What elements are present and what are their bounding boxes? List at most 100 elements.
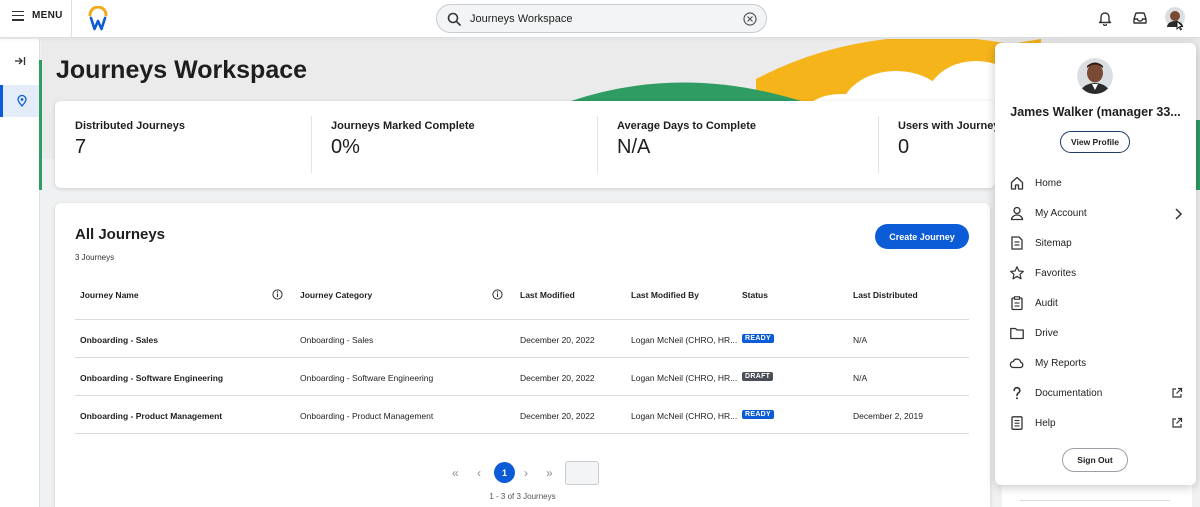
last-page-icon[interactable]: » — [546, 466, 553, 480]
menu-item-my-reports[interactable]: My Reports — [1009, 354, 1183, 374]
journey-category: Onboarding - Product Management — [300, 411, 434, 421]
column-header-last-modified[interactable]: Last Modified — [520, 290, 575, 300]
last-modified: December 20, 2022 — [520, 411, 595, 421]
section-title: All Journeys — [75, 226, 166, 243]
help-doc-icon — [1011, 416, 1023, 430]
metric-label: Average Days to Complete — [617, 120, 756, 132]
pagination-summary: 1 - 3 of 3 Journeys — [489, 492, 556, 501]
last-distributed: December 2, 2019 — [853, 411, 923, 421]
left-accent-strip — [39, 60, 42, 190]
last-distributed: N/A — [853, 335, 868, 345]
question-icon — [1013, 386, 1021, 400]
journey-category: Onboarding - Software Engineering — [300, 373, 434, 383]
journeys-count: 3 Journeys — [75, 253, 115, 262]
person-icon — [1010, 206, 1024, 221]
profile-name: James Walker (manager 33... — [1010, 105, 1181, 119]
journey-name-link[interactable]: Onboarding - Software Engineering — [80, 373, 223, 383]
menu-item-documentation[interactable]: Documentation — [1009, 384, 1183, 404]
star-icon — [1010, 266, 1024, 280]
metric-separator — [597, 101, 598, 188]
menu-item-label: Drive — [1035, 328, 1059, 339]
status-badge: READY — [742, 410, 775, 419]
metric-users-with-journeys[interactable]: Users with Journeys in 0 — [898, 101, 995, 188]
expand-arrow-icon — [15, 57, 26, 65]
inbox-icon[interactable] — [1132, 10, 1148, 26]
metric-label: Distributed Journeys — [75, 120, 186, 132]
previous-page-icon[interactable]: ‹ — [477, 466, 481, 480]
menu-item-label: Documentation — [1035, 388, 1103, 399]
page-number-input[interactable] — [565, 461, 599, 485]
search-input[interactable]: Journeys Workspace — [470, 13, 573, 25]
menu-item-help[interactable]: Help — [1009, 414, 1183, 434]
search-icon — [447, 12, 461, 26]
page-title: Journeys Workspace — [56, 56, 308, 84]
menu-item-favorites[interactable]: Favorites — [1009, 264, 1183, 284]
menu-item-my-account[interactable]: My Account — [1009, 204, 1183, 224]
next-page-icon[interactable]: › — [524, 466, 528, 480]
menu-item-sitemap[interactable]: Sitemap — [1009, 234, 1183, 254]
metric-label: Users with Journeys in — [898, 120, 995, 132]
journey-name-link[interactable]: Onboarding - Product Management — [80, 411, 222, 421]
last-modified-by: Logan McNeil (CHRO, HR... — [631, 335, 738, 345]
metric-value: 7 — [75, 136, 87, 158]
profile-avatar — [1077, 58, 1113, 94]
metric-value: 0 — [898, 136, 910, 158]
table-row[interactable]: Onboarding - Software Engineering Onboar… — [75, 358, 969, 396]
top-bar: MENU Journeys Workspace — [0, 0, 1200, 38]
table-row[interactable]: Onboarding - Sales Onboarding - Sales De… — [75, 320, 969, 358]
metrics-card: Distributed Journeys 7 Journeys Marked C… — [55, 101, 995, 188]
search-bar[interactable]: Journeys Workspace — [436, 4, 767, 33]
create-journey-button[interactable]: Create Journey — [875, 224, 969, 249]
info-icon[interactable] — [492, 289, 503, 300]
last-modified-by: Logan McNeil (CHRO, HR... — [631, 411, 738, 421]
pagination: « ‹ 1 › » — [55, 461, 990, 485]
chevron-right-icon — [1175, 208, 1183, 220]
menu-item-label: Audit — [1035, 298, 1058, 309]
rail-location-button[interactable] — [0, 85, 40, 117]
external-link-icon — [1172, 417, 1183, 428]
menu-item-label: Sitemap — [1035, 238, 1072, 249]
external-link-icon — [1172, 387, 1183, 398]
info-icon[interactable] — [272, 289, 283, 300]
last-modified-by: Logan McNeil (CHRO, HR... — [631, 373, 738, 383]
page-1-button[interactable]: 1 — [494, 462, 515, 483]
metric-average-days[interactable]: Average Days to Complete N/A — [617, 101, 867, 188]
menu-item-label: My Reports — [1035, 358, 1087, 369]
column-header-status[interactable]: Status — [742, 290, 768, 300]
workday-logo[interactable] — [87, 6, 109, 32]
user-avatar[interactable] — [1165, 7, 1185, 31]
journey-name-link[interactable]: Onboarding - Sales — [80, 335, 158, 345]
notifications-bell-icon[interactable] — [1098, 10, 1112, 26]
metric-label: Journeys Marked Complete — [331, 120, 475, 132]
clear-search-icon[interactable] — [743, 12, 757, 26]
column-header-last-distributed[interactable]: Last Distributed — [853, 290, 918, 300]
menu-item-label: Help — [1035, 418, 1056, 429]
sign-out-button[interactable]: Sign Out — [1062, 448, 1128, 472]
profile-menu: James Walker (manager 33... View Profile… — [995, 43, 1196, 485]
menu-button[interactable]: MENU — [12, 10, 63, 21]
metric-separator — [878, 101, 879, 188]
column-header-journey-name[interactable]: Journey Name — [80, 290, 139, 300]
menu-item-audit[interactable]: Audit — [1009, 294, 1183, 314]
metric-value: 0% — [331, 136, 360, 158]
last-modified: December 20, 2022 — [520, 335, 595, 345]
cloud-icon — [1009, 358, 1024, 369]
journey-category: Onboarding - Sales — [300, 335, 374, 345]
view-profile-button[interactable]: View Profile — [1060, 131, 1130, 153]
table-row[interactable]: Onboarding - Product Management Onboardi… — [75, 396, 969, 434]
clipboard-icon — [1011, 296, 1023, 311]
menu-item-drive[interactable]: Drive — [1009, 324, 1183, 344]
first-page-icon[interactable]: « — [452, 466, 459, 480]
metric-journeys-marked-complete[interactable]: Journeys Marked Complete 0% — [331, 101, 596, 188]
column-header-journey-category[interactable]: Journey Category — [300, 290, 372, 300]
hamburger-icon — [12, 10, 24, 21]
metric-distributed-journeys[interactable]: Distributed Journeys 7 — [75, 101, 315, 188]
last-modified: December 20, 2022 — [520, 373, 595, 383]
location-pin-icon — [16, 95, 27, 107]
all-journeys-card: All Journeys 3 Journeys Create Journey J… — [55, 203, 990, 507]
expand-rail-button[interactable] — [0, 45, 40, 77]
metric-value: N/A — [617, 136, 651, 158]
column-header-last-modified-by[interactable]: Last Modified By — [631, 290, 699, 300]
menu-item-home[interactable]: Home — [1009, 174, 1183, 194]
menu-item-label: Favorites — [1035, 268, 1077, 279]
